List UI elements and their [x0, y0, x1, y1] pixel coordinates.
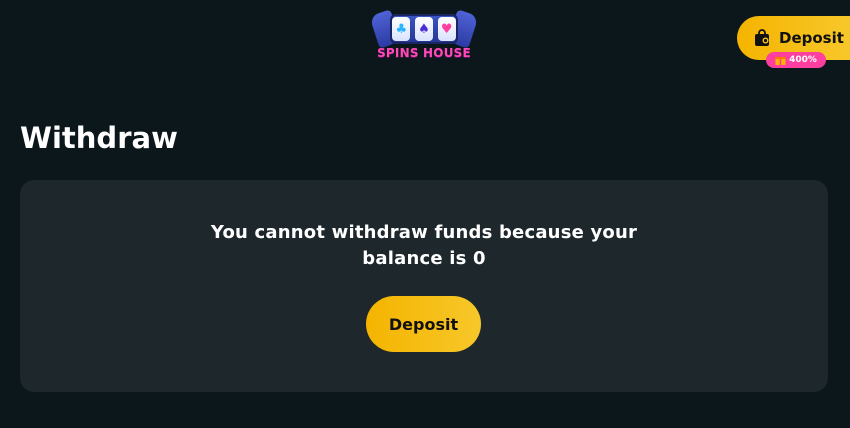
- gift-icon: [775, 57, 787, 65]
- logo-reel-spade: ♠: [414, 17, 433, 41]
- shopping-bag-icon: [755, 29, 769, 46]
- bonus-badge-label: 400%: [789, 55, 817, 65]
- club-icon: ♣: [395, 21, 408, 37]
- heart-icon: ♥: [440, 21, 453, 37]
- logo-reel-club: ♣: [392, 17, 411, 41]
- bonus-badge[interactable]: 400%: [766, 52, 826, 68]
- header-deposit-label: Deposit: [779, 29, 844, 47]
- deposit-button[interactable]: Deposit: [366, 296, 481, 352]
- page-title: Withdraw: [20, 121, 178, 155]
- withdraw-unavailable-message: You cannot withdraw funds because your b…: [210, 222, 638, 269]
- withdraw-page: ♣ ♠ ♥ SPINS HOUSE Deposit 400% Withdraw …: [0, 0, 850, 428]
- spade-icon: ♠: [418, 21, 430, 37]
- site-logo[interactable]: ♣ ♠ ♥ SPINS HOUSE: [369, 9, 479, 64]
- site-header: ♣ ♠ ♥ SPINS HOUSE Deposit 400%: [0, 0, 850, 80]
- logo-slot-reels: ♣ ♠ ♥: [390, 14, 458, 44]
- brand-name: SPINS HOUSE: [377, 46, 471, 60]
- withdraw-card: You cannot withdraw funds because your b…: [20, 180, 828, 392]
- logo-reel-heart: ♥: [437, 17, 456, 41]
